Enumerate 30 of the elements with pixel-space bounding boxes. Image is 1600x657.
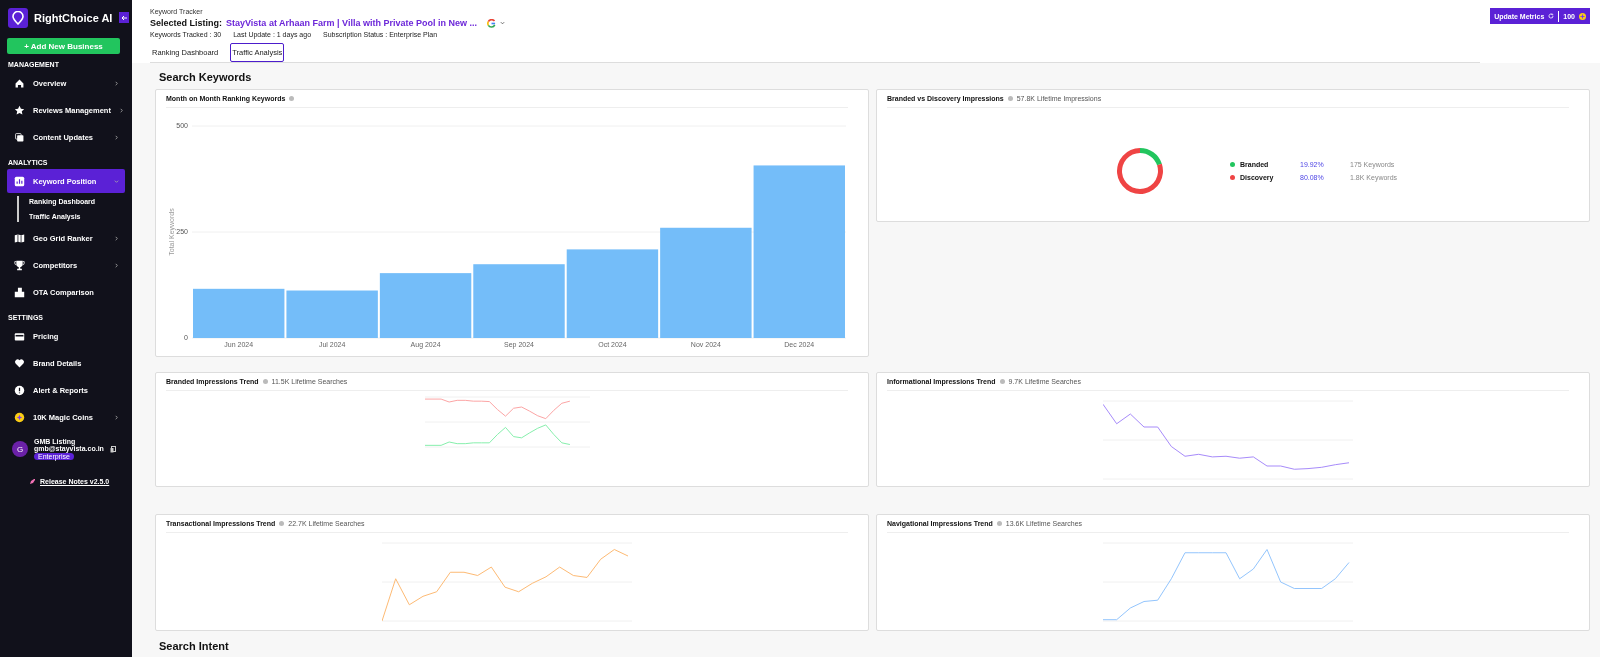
nav-icon	[14, 286, 25, 298]
info-icon[interactable]	[999, 379, 1005, 384]
nav-icon	[14, 104, 25, 116]
nav-icon	[14, 330, 25, 342]
nav-icon	[14, 175, 25, 187]
nav-icon	[14, 77, 25, 89]
google-icon[interactable]	[486, 18, 496, 28]
info-icon[interactable]	[1007, 96, 1013, 101]
logo-icon	[8, 8, 28, 28]
refresh-icon	[1548, 13, 1555, 19]
info-icon[interactable]	[279, 521, 285, 526]
section-title: Search Keywords	[159, 71, 253, 83]
section-title: Search Intent	[159, 640, 230, 652]
nav-icon	[14, 259, 25, 271]
brand-name: RightChoice AI	[34, 12, 113, 24]
avatar: G	[12, 441, 28, 457]
nav-icon	[14, 131, 25, 143]
copy-icon[interactable]	[109, 445, 116, 453]
info-icon[interactable]	[996, 521, 1002, 526]
listing-label: Selected Listing:	[150, 18, 222, 28]
info-icon[interactable]	[289, 96, 295, 101]
nav-icon	[14, 232, 25, 244]
nav-icon	[14, 384, 25, 396]
coin-icon	[1579, 12, 1586, 20]
rocket-icon	[29, 478, 36, 485]
caret-icon[interactable]	[499, 21, 505, 25]
info-icon[interactable]	[262, 379, 268, 384]
listing-name[interactable]: StayVista at Arhaan Farm | Villa with Private Pool in New ...	[226, 18, 477, 28]
nav-icon	[14, 357, 25, 369]
nav-icon	[14, 411, 25, 423]
